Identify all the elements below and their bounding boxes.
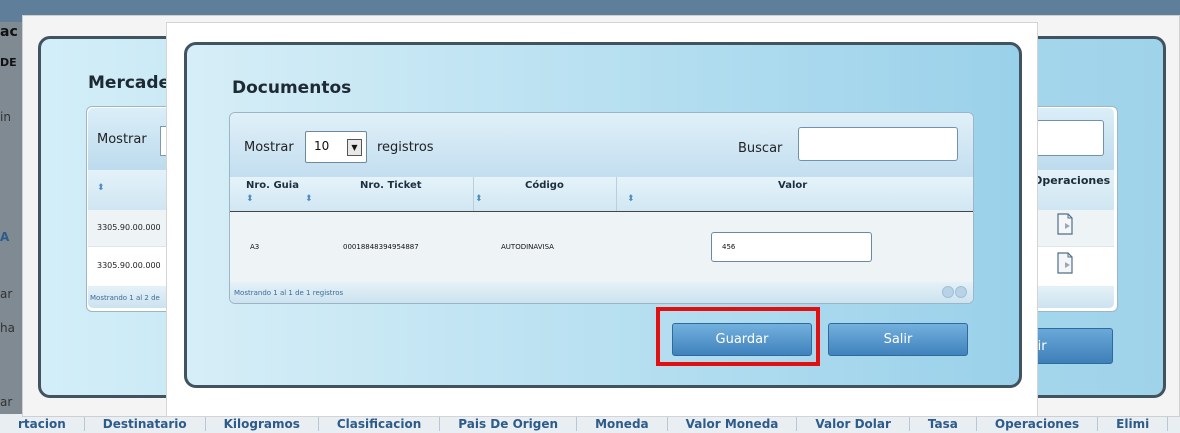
- cell-nro-ticket: 00018848394954887: [343, 243, 419, 251]
- dialog-title: Documentos: [232, 78, 352, 98]
- column-divider: [616, 177, 617, 211]
- column-header-nro-guia[interactable]: Nro. Guia: [246, 180, 299, 191]
- pagination: [942, 286, 967, 298]
- buscar-label: Buscar: [738, 141, 783, 156]
- outer-mostrar-label: Mostrar: [97, 132, 147, 147]
- column-header-nro-ticket[interactable]: Nro. Ticket: [360, 180, 422, 191]
- documentos-table: Mostrar 10 ▼ registros Buscar Nro. Guia …: [229, 112, 974, 304]
- outer-operaciones-header: Operaciones: [1033, 174, 1111, 187]
- document-icon[interactable]: [1056, 252, 1074, 274]
- background-fragment: ha: [0, 321, 15, 335]
- cell-codigo: AUTODINAVISA: [501, 243, 554, 251]
- outer-panel-title: Mercader: [88, 73, 179, 93]
- background-fragment: DE: [0, 56, 17, 69]
- salir-button[interactable]: Salir: [828, 323, 968, 356]
- bg-column-header: rtacion: [0, 416, 85, 431]
- valor-input[interactable]: [711, 232, 872, 262]
- mostrar-label: Mostrar: [244, 140, 294, 155]
- table-controls: Mostrar 10 ▼ registros Buscar: [230, 113, 973, 177]
- column-header-codigo[interactable]: Código: [525, 180, 564, 191]
- chevron-down-icon[interactable]: ▼: [347, 139, 362, 156]
- sort-icon[interactable]: ⬍: [305, 194, 313, 204]
- length-select-value: 10: [314, 139, 330, 153]
- sort-icon[interactable]: ⬍: [246, 194, 254, 204]
- bg-column-header: Kilogramos: [206, 416, 319, 431]
- bg-column-header: Tasa: [910, 416, 977, 431]
- bg-column-header: Valor Dolar: [797, 416, 910, 431]
- outer-cell-code: 3305.90.00.000: [97, 223, 161, 232]
- background-fragment: ar: [0, 287, 13, 301]
- outer-table-info: Mostrando 1 al 2 de: [90, 294, 160, 302]
- registros-label: registros: [377, 140, 434, 155]
- previous-page-icon[interactable]: [942, 286, 954, 298]
- column-header-valor[interactable]: Valor: [778, 180, 807, 191]
- length-select[interactable]: 10 ▼: [305, 131, 367, 163]
- sort-icon[interactable]: ⬍: [627, 194, 635, 204]
- table-row: A3 00018848394954887 AUTODINAVISA: [230, 212, 973, 282]
- background-fragment: ac: [0, 24, 18, 40]
- highlight-box: [656, 307, 820, 366]
- background-fragment: A: [0, 230, 10, 244]
- background-fragment: in: [0, 110, 11, 124]
- outer-search-input[interactable]: [1030, 120, 1104, 156]
- table-info: Mostrando 1 al 1 de 1 registros: [234, 289, 344, 297]
- cell-nro-guia: A3: [250, 243, 260, 251]
- bg-column-header: Moneda: [577, 416, 668, 431]
- next-page-icon[interactable]: [955, 286, 967, 298]
- background-fragment: ar: [0, 395, 13, 409]
- bg-column-header: Elimi: [1098, 416, 1169, 431]
- sort-icon[interactable]: ⬍: [97, 183, 105, 193]
- bg-column-header: Clasificacion: [319, 416, 441, 431]
- outer-cell-code: 3305.90.00.000: [97, 261, 161, 270]
- search-input[interactable]: [798, 127, 958, 161]
- table-header: Nro. Guia ⬍ ⬍ Nro. Ticket Código ⬍ Valor…: [230, 177, 973, 212]
- bg-column-header: Destinatario: [85, 416, 206, 431]
- bg-column-header: Pais De Origen: [440, 416, 578, 431]
- bg-column-header: Valor Moneda: [668, 416, 798, 431]
- column-divider: [473, 177, 474, 211]
- bg-column-header: Operaciones: [977, 416, 1099, 431]
- document-icon[interactable]: [1056, 213, 1074, 235]
- table-footer: Mostrando 1 al 1 de 1 registros: [230, 282, 973, 303]
- sort-icon[interactable]: ⬍: [475, 194, 483, 204]
